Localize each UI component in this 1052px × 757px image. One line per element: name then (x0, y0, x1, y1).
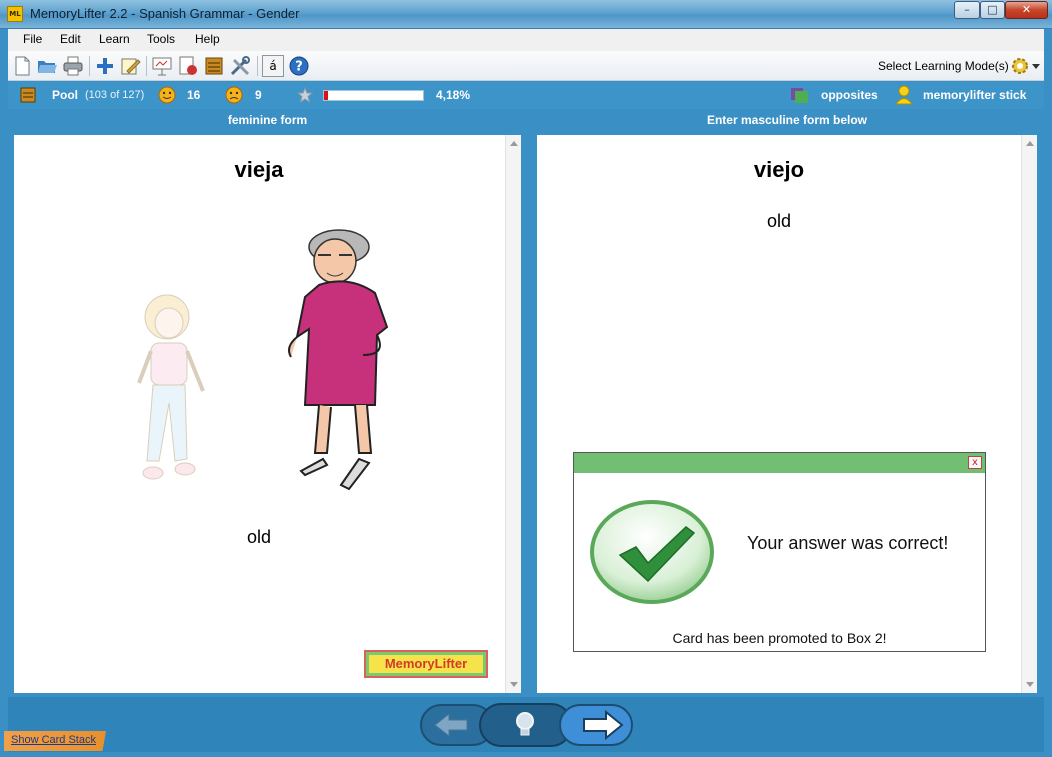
add-card-icon[interactable] (94, 55, 116, 77)
menu-tools[interactable]: Tools (147, 32, 175, 46)
scroll-down-icon[interactable] (510, 682, 518, 687)
user-name[interactable]: memorylifter stick (923, 88, 1026, 102)
help-icon[interactable]: ? (288, 55, 310, 77)
correct-count: 16 (187, 88, 201, 102)
wrong-count: 9 (255, 88, 262, 102)
maximize-button[interactable]: □ (980, 1, 1005, 19)
next-arrow-icon[interactable] (582, 710, 624, 740)
title-bar: ML MemoryLifter 2.2 - Spanish Grammar - … (0, 0, 1052, 29)
popup-close-button[interactable]: x (968, 456, 982, 469)
menu-edit[interactable]: Edit (60, 32, 81, 46)
scroll-up-icon[interactable] (1026, 141, 1034, 146)
smiley-sad-icon (225, 86, 243, 104)
popup-header: x (574, 453, 985, 473)
card-box-icon[interactable] (203, 55, 225, 77)
minimize-button[interactable]: – (954, 1, 980, 19)
special-character-icon[interactable]: á (262, 55, 284, 77)
smiley-happy-icon (158, 86, 176, 104)
lightbulb-icon[interactable] (512, 709, 538, 741)
new-document-icon[interactable] (11, 55, 33, 77)
status-bar: Pool (103 of 127) 16 9 4,18% opposites m… (8, 82, 1044, 109)
menu-learn[interactable]: Learn (99, 32, 130, 46)
box-label: Pool (52, 88, 78, 102)
progress-percentage: 4,18% (436, 88, 471, 102)
question-scrollbar[interactable] (505, 135, 521, 693)
question-translation: old (246, 527, 272, 547)
show-card-stack-button[interactable]: Show Card Stack (4, 731, 128, 751)
old-woman-image (288, 229, 389, 491)
scroll-up-icon[interactable] (510, 141, 518, 146)
app-icon: ML (7, 6, 23, 22)
edit-card-icon[interactable] (119, 55, 141, 77)
toolbar-separator (89, 56, 90, 76)
popup-subtext: Card has been promoted to Box 2! (672, 630, 887, 646)
memorylifter-logo: MemoryLifter (364, 650, 488, 678)
chapter-name[interactable]: opposites (821, 88, 878, 102)
gear-icon[interactable] (1010, 56, 1030, 76)
star-icon (297, 87, 313, 103)
menu-bar: File Edit Learn Tools Help (8, 29, 1044, 51)
toolbar-separator (257, 56, 258, 76)
answer-word: viejo (753, 157, 805, 182)
menu-file[interactable]: File (23, 32, 42, 46)
chapter-icon (791, 88, 808, 103)
toolbar: á ? Select Learning Mode(s) (8, 51, 1044, 81)
learning-mode-label[interactable]: Select Learning Mode(s) (878, 59, 1009, 73)
open-folder-icon[interactable] (36, 55, 58, 77)
logo-text: MemoryLifter (369, 655, 483, 673)
presentation-icon[interactable] (151, 55, 173, 77)
svg-text:?: ? (295, 60, 303, 75)
chevron-down-icon[interactable] (1032, 64, 1040, 70)
question-panel: vieja old MemoryLifter (14, 135, 521, 693)
print-icon[interactable] (62, 55, 84, 77)
toolbar-separator (146, 56, 147, 76)
question-word: vieja (234, 157, 284, 182)
box-icon (20, 87, 36, 103)
window-title: MemoryLifter 2.2 - Spanish Grammar - Gen… (30, 6, 300, 21)
answer-panel-title: Enter masculine form below (706, 113, 868, 127)
progress-bar (323, 90, 424, 101)
answer-scrollbar[interactable] (1021, 135, 1037, 693)
close-button[interactable]: ✕ (1005, 1, 1048, 19)
correct-answer-popup: x Your answer was correct! Card has been… (573, 452, 986, 652)
settings-tools-icon[interactable] (229, 55, 251, 77)
scroll-down-icon[interactable] (1026, 682, 1034, 687)
user-icon (895, 85, 913, 105)
answer-translation: old (766, 211, 792, 231)
menu-help[interactable]: Help (195, 32, 220, 46)
show-card-stack-link[interactable]: Show Card Stack (11, 734, 96, 746)
popup-message: Your answer was correct! (747, 533, 949, 553)
checkmark-icon (590, 500, 714, 604)
young-woman-image (137, 294, 205, 480)
progress-bar-fill (324, 91, 329, 100)
statistics-icon[interactable] (177, 55, 199, 77)
question-panel-title: feminine form (227, 113, 308, 127)
previous-arrow-icon[interactable] (433, 712, 471, 738)
pool-count: (103 of 127) (85, 89, 145, 101)
